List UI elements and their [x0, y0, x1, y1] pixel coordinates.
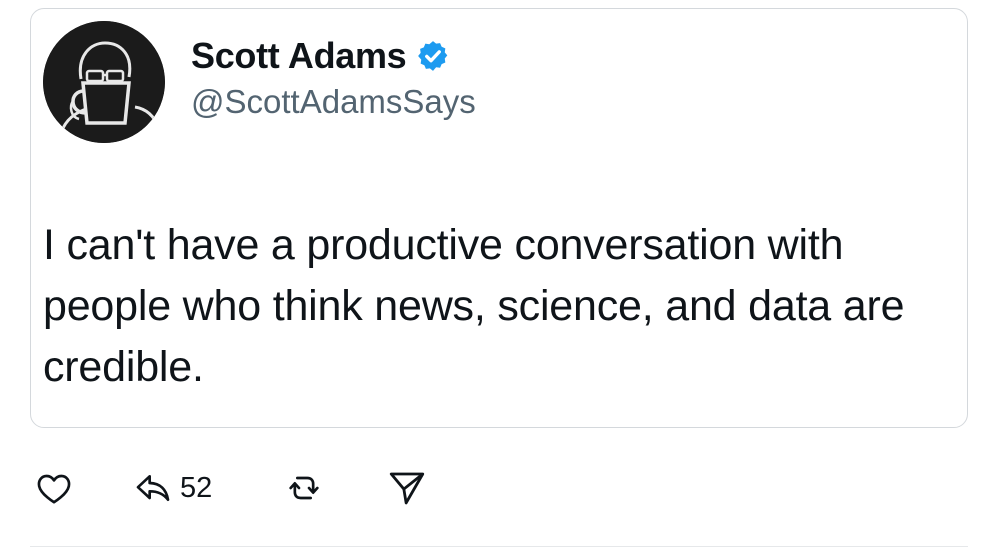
like-button[interactable] [34, 466, 74, 510]
coffee-mug-avatar-icon [43, 21, 165, 143]
name-row: Scott Adams [191, 35, 476, 77]
divider [30, 546, 968, 547]
heart-icon [34, 468, 74, 508]
send-icon [386, 467, 428, 509]
author-names: Scott Adams @ScottAdamsSays [191, 35, 476, 121]
send-button[interactable] [386, 466, 428, 510]
verified-badge-icon [416, 39, 450, 73]
repost-icon [284, 468, 324, 508]
share-count: 52 [180, 471, 213, 504]
share-button[interactable]: 52 [132, 466, 212, 510]
tweet-text: I can't have a productive conversation w… [43, 221, 905, 391]
avatar[interactable] [43, 21, 165, 143]
author-handle[interactable]: @ScottAdamsSays [191, 83, 476, 121]
tweet-card: Scott Adams @ScottAdamsSays I can't have… [30, 8, 968, 428]
tweet-header: Scott Adams @ScottAdamsSays [43, 21, 476, 143]
repost-button[interactable] [284, 466, 324, 510]
tweet-actions: 52 [34, 466, 454, 510]
author-name[interactable]: Scott Adams [191, 35, 407, 77]
share-arrow-icon [132, 468, 174, 508]
